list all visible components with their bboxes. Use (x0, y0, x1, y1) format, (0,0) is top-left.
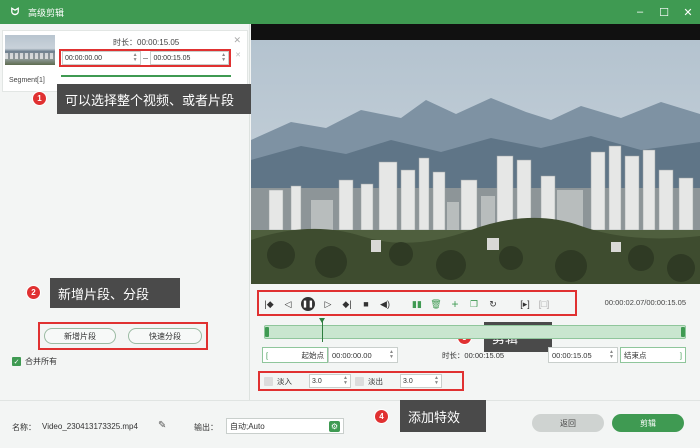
video-frame (251, 40, 700, 284)
add-icon[interactable]: + (449, 297, 461, 311)
segment-duration: 时长：00:00:15.05 (113, 38, 180, 47)
timeline-track[interactable] (264, 325, 686, 339)
minimize-icon[interactable]: – (634, 6, 646, 18)
segment-time-range: 00:00:00.00 ▲ ▼ 00:00:15.05 ▲ ▼ (59, 49, 231, 67)
mark-in-icon[interactable]: [▸] (519, 298, 531, 310)
callout-badge-2: 2 (26, 285, 41, 300)
end-bracket-icon: ] (679, 350, 682, 360)
segment-card[interactable]: Segment[1] 时长：00:00:15.05 ✕ ✕ 00:00:00.0… (2, 30, 248, 92)
timeline-playhead[interactable] (318, 318, 325, 342)
merge-all-label: 合并所有 (25, 357, 57, 366)
callout-badge-1: 1 (32, 91, 47, 106)
file-name-value: Video_230413173325.mp4 (42, 422, 138, 431)
stop-icon[interactable]: ■ (360, 298, 372, 310)
delete-icon[interactable]: 🗑 (430, 298, 442, 310)
segment-start-input[interactable]: 00:00:00.00 ▲ ▼ (62, 51, 141, 65)
callout-4: 添加特效 (400, 400, 486, 432)
segment-thumbnail[interactable] (5, 35, 55, 65)
fade-in-checkbox[interactable] (264, 376, 273, 386)
range-start-value: 00:00:00.00 (332, 350, 372, 360)
timeline-start-handle[interactable] (265, 327, 269, 337)
start-point-label: 起始点 (301, 350, 325, 360)
player-controls: |◆ ◁ ❚❚ ▷ ◆| ■ ◀) ▮▮ 🗑 + ❐ ↻ [▸] [□] 00:… (251, 286, 700, 320)
file-name-label: 名称： (12, 423, 36, 432)
segment-close-icon[interactable]: ✕ (233, 35, 241, 46)
title-bar: ᗢ 高级剪辑 – ☐ ✕ (0, 0, 700, 24)
step-back-icon[interactable]: ◁ (282, 298, 294, 310)
fade-effects: 淡入 3.0 ▲ ▼ 淡出 3.0 ▲ ▼ (258, 371, 464, 391)
clip-range-row: [ 起始点 00:00:00.00 ▲ ▼ 时长：00:00:15.05 00:0… (262, 346, 688, 364)
gear-icon[interactable]: ⚙ (329, 420, 340, 432)
end-stepper-icon[interactable]: ▲ ▼ (221, 53, 226, 63)
segment-end-value: 00:00:15.05 (153, 54, 191, 62)
volume-icon[interactable]: ◀) (379, 298, 391, 310)
add-segment-button[interactable]: 新增片段 (44, 328, 116, 344)
copy-icon[interactable]: ❐ (468, 298, 480, 310)
pause-icon[interactable]: ❚❚ (301, 297, 315, 311)
output-label: 输出： (194, 423, 218, 432)
fade-in-input[interactable]: 3.0 ▲ ▼ (309, 374, 351, 388)
step-forward-icon[interactable]: ▷ (322, 298, 334, 310)
go-to-start-icon[interactable]: |◆ (263, 298, 275, 310)
fade-out-input[interactable]: 3.0 ▲ ▼ (400, 374, 442, 388)
video-preview[interactable] (251, 24, 700, 284)
close-icon[interactable]: ✕ (682, 6, 694, 19)
edit-name-icon[interactable]: ✎ (158, 420, 166, 431)
go-to-end-icon[interactable]: ◆| (341, 298, 353, 310)
callout-badge-4: 4 (374, 409, 389, 424)
app-logo-icon: ᗢ (10, 6, 20, 18)
range-end-input[interactable]: 00:00:15.05 ▲ ▼ (548, 347, 618, 363)
segment-start-value: 00:00:00.00 (65, 54, 102, 62)
end-point-label: 结束点 (624, 350, 647, 360)
start-stepper-icon[interactable]: ▲ ▼ (133, 53, 138, 63)
fade-out-value: 3.0 (403, 377, 413, 385)
range-dash (142, 57, 149, 59)
quick-split-button[interactable]: 快速分段 (128, 328, 202, 344)
range-start-stepper-icon[interactable]: ▲ ▼ (389, 350, 394, 360)
start-bracket-icon: [ (266, 350, 269, 360)
playback-time: 00:00:02.07/00:00:15.05 (604, 298, 686, 307)
fade-in-stepper-icon[interactable]: ▲ ▼ (343, 376, 348, 386)
fade-out-checkbox[interactable] (355, 376, 364, 386)
split-icon[interactable]: ▮▮ (411, 298, 423, 310)
segment-end-input[interactable]: 00:00:15.05 ▲ ▼ (150, 51, 230, 65)
segment-reset-icon[interactable]: ✕ (235, 51, 241, 59)
segment-progress-bar (61, 75, 231, 77)
range-end-value: 00:00:15.05 (552, 350, 592, 360)
back-button[interactable]: 返回 (532, 414, 604, 432)
output-select[interactable]: 自动;Auto ⚙ (226, 418, 344, 434)
callout-2: 新增片段、分段 (50, 278, 180, 308)
timeline-end-handle[interactable] (681, 327, 685, 337)
reset-icon[interactable]: ↻ (487, 298, 499, 310)
set-end-button[interactable]: 结束点 ] (620, 347, 686, 363)
merge-all[interactable]: ✓ 合并所有 (12, 356, 57, 367)
range-end-stepper-icon[interactable]: ▲ ▼ (609, 350, 614, 360)
range-duration: 时长：00:00:15.05 (441, 350, 505, 360)
range-start-input[interactable]: 00:00:00.00 ▲ ▼ (328, 347, 398, 363)
fade-in-value: 3.0 (312, 377, 322, 385)
fade-out-stepper-icon[interactable]: ▲ ▼ (434, 376, 439, 386)
segment-label: Segment[1] (9, 77, 45, 84)
set-start-button[interactable]: [ 起始点 (262, 347, 328, 363)
fade-out-label: 淡出 (368, 376, 383, 386)
output-value: 自动;Auto (230, 421, 265, 431)
merge-all-checkbox[interactable]: ✓ (12, 357, 21, 366)
maximize-icon[interactable]: ☐ (658, 6, 670, 19)
window-title: 高级剪辑 (28, 7, 65, 18)
mark-out-icon[interactable]: [□] (538, 298, 550, 310)
cut-button[interactable]: 剪辑 (612, 414, 684, 432)
fade-in-label: 淡入 (277, 376, 292, 386)
